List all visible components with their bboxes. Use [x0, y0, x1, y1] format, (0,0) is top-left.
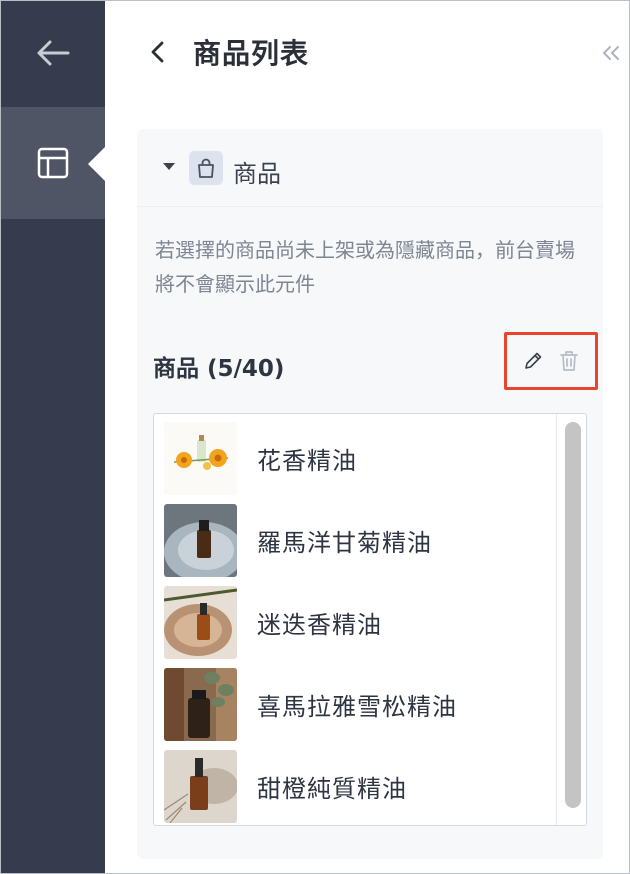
- product-list: 花香精油 羅馬洋甘菊精油 迷迭香精油 喜馬拉雅雪松精油 甜橙純質精油: [153, 413, 587, 826]
- product-thumbnail: [164, 503, 237, 577]
- product-section: 商品 若選擇的商品尚未上架或為隱藏商品，前台賣場將不會顯示此元件 商品 (5/4…: [137, 129, 603, 859]
- product-name: 喜馬拉雅雪松精油: [257, 692, 457, 721]
- section-label: 商品: [233, 160, 281, 188]
- list-item[interactable]: 羅馬洋甘菊精油: [164, 502, 554, 578]
- list-item[interactable]: 甜橙純質精油: [164, 748, 554, 824]
- product-thumbnail: [164, 585, 237, 659]
- product-name: 甜橙純質精油: [257, 774, 407, 803]
- shopping-bag-icon: [198, 158, 214, 178]
- calendula-image: [164, 421, 237, 495]
- product-name: 羅馬洋甘菊精油: [257, 528, 432, 557]
- product-thumbnail: [164, 421, 237, 495]
- header-back-button[interactable]: [145, 37, 169, 67]
- active-pointer: [88, 147, 105, 181]
- main-panel: 商品列表 商品 若選擇的商品尚未上架或為隱藏商品，前台賣場將不會顯示此元件 商品…: [105, 1, 629, 873]
- pencil-icon: [525, 352, 542, 369]
- nav-back-button[interactable]: [1, 1, 105, 105]
- arrow-left-icon: [37, 40, 70, 66]
- product-count-title: 商品 (5/40): [153, 356, 285, 382]
- chevron-left-icon: [151, 41, 164, 63]
- page-title: 商品列表: [193, 37, 310, 70]
- trash-icon: [560, 351, 578, 371]
- list-item[interactable]: 迷迭香精油: [164, 584, 554, 660]
- scrollbar-track[interactable]: [556, 414, 586, 825]
- app-window: 商品列表 商品 若選擇的商品尚未上架或為隱藏商品，前台賣場將不會顯示此元件 商品…: [0, 0, 630, 874]
- product-name: 花香精油: [257, 446, 357, 475]
- hint-text: 若選擇的商品尚未上架或為隱藏商品，前台賣場將不會顯示此元件: [155, 238, 575, 296]
- edit-button[interactable]: [520, 348, 546, 374]
- double-chevron-left-icon: [603, 46, 619, 60]
- scrollbar-thumb[interactable]: [565, 422, 581, 808]
- list-item[interactable]: 花香精油: [164, 420, 554, 496]
- caret-down-icon[interactable]: [163, 163, 175, 170]
- product-name: 迷迭香精油: [257, 610, 382, 639]
- delete-button[interactable]: [556, 348, 582, 374]
- layout-icon: [37, 147, 69, 179]
- bottle-on-wood-image: [164, 585, 237, 659]
- section-header[interactable]: 商品: [137, 129, 603, 207]
- bottle-on-plate-image: [164, 503, 237, 577]
- dropper-bottle-image: [164, 749, 237, 823]
- panel-header: 商品列表: [105, 1, 629, 105]
- nav-rail: [1, 1, 105, 873]
- bottle-with-leaves-image: [164, 667, 237, 741]
- list-item[interactable]: 喜馬拉雅雪松精油: [164, 666, 554, 742]
- collapse-panel-button[interactable]: [599, 41, 623, 65]
- section-icon-box: [189, 151, 223, 185]
- product-thumbnail: [164, 749, 237, 823]
- list-actions: [504, 332, 598, 390]
- product-thumbnail: [164, 667, 237, 741]
